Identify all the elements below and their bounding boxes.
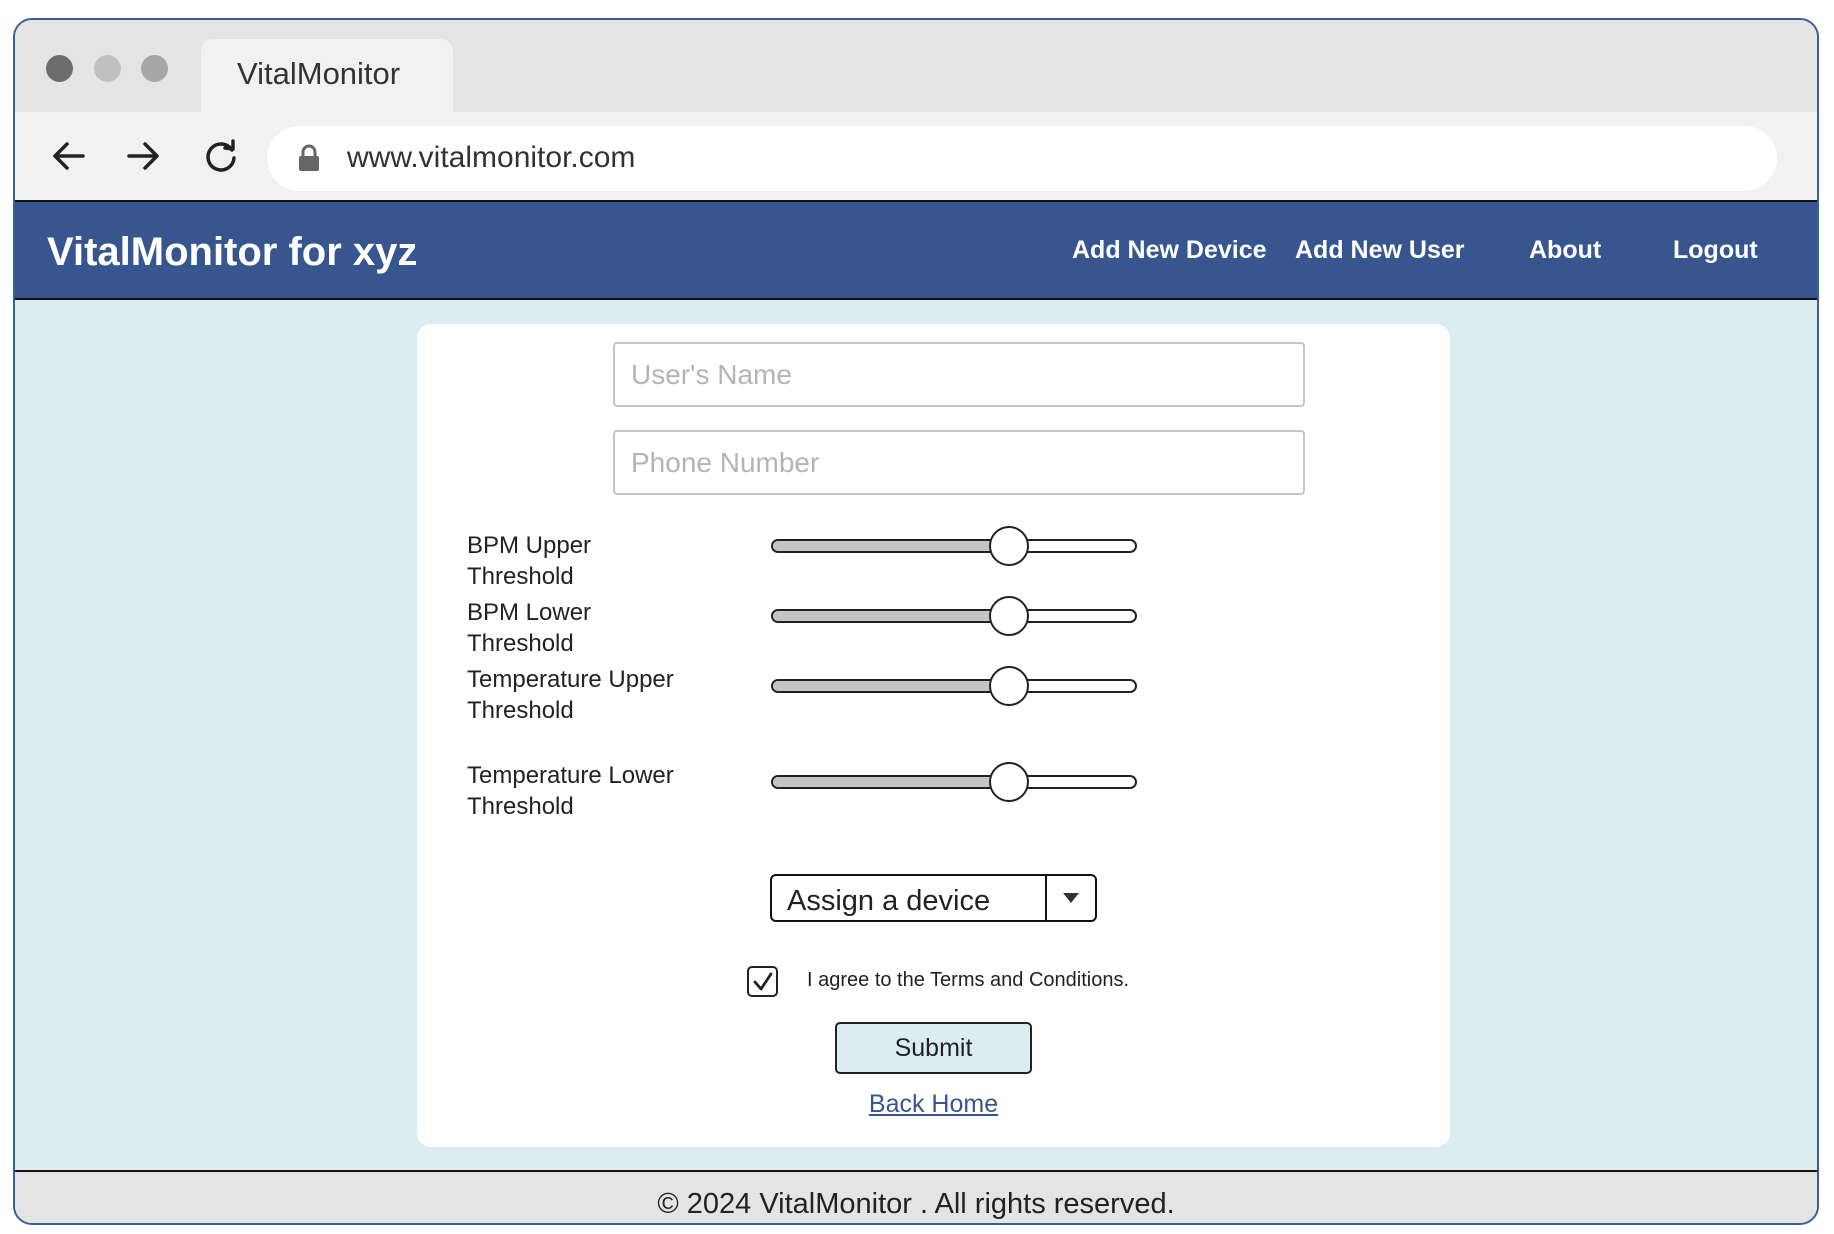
arrow-left-icon [53,142,85,170]
slider-track [771,679,1137,693]
back-home-link-text[interactable]: Back Home [869,1090,998,1118]
url-field[interactable]: www.vitalmonitor.com [267,126,1777,191]
dropdown-arrow-icon[interactable] [1045,876,1095,920]
reload-button[interactable] [197,132,245,180]
slider-label-temp-upper: Temperature Upper Threshold [467,666,674,724]
slider-label-bpm-upper: BPM Upper Threshold [467,532,592,590]
slider-fill [773,777,1009,787]
page-content: BPM Upper Threshold BPM Lower Threshold … [15,300,1817,1190]
nav-add-new-device[interactable]: Add New Device [1072,236,1267,265]
temperature-upper-slider[interactable] [771,663,1137,709]
slider-label-bpm-lower: BPM Lower Threshold [467,599,592,657]
tab-bar: VitalMonitor [15,20,1817,112]
submit-button[interactable]: Submit [835,1022,1032,1074]
slider-track [771,609,1137,623]
back-home-link: Back Home [417,1090,1450,1119]
slider-label-temp-lower: Temperature Lower Threshold [467,762,674,820]
terms-checkbox[interactable] [747,966,778,997]
slider-thumb[interactable] [988,666,1029,706]
maximize-window-button[interactable] [141,55,168,82]
minimize-window-button[interactable] [94,55,121,82]
copyright-text: © 2024 VitalMonitor . All rights reserve… [657,1188,1175,1220]
back-button[interactable] [45,132,93,180]
user-name-input[interactable] [613,342,1305,407]
phone-number-input[interactable] [613,430,1305,495]
nav-logout[interactable]: Logout [1673,236,1758,265]
temperature-lower-slider[interactable] [771,759,1137,805]
nav-about[interactable]: About [1529,236,1601,265]
assign-device-select[interactable]: Assign a device [770,874,1097,922]
slider-fill [773,681,1009,691]
slider-thumb[interactable] [988,526,1029,566]
forward-button[interactable] [119,132,167,180]
lock-icon [297,144,321,177]
browser-tab[interactable]: VitalMonitor [201,39,453,112]
add-user-form: BPM Upper Threshold BPM Lower Threshold … [417,324,1450,1147]
bpm-lower-slider[interactable] [771,593,1137,639]
nav-add-new-user[interactable]: Add New User [1295,236,1464,265]
slider-track [771,775,1137,789]
url-text: www.vitalmonitor.com [347,141,636,174]
reload-icon [206,139,236,172]
address-bar: www.vitalmonitor.com [15,112,1817,200]
page-footer: © 2024 VitalMonitor . All rights reserve… [15,1170,1817,1223]
assign-device-value: Assign a device [787,885,991,917]
slider-thumb[interactable] [988,596,1029,636]
bpm-upper-slider[interactable] [771,523,1137,569]
slider-track [771,539,1137,553]
tab-title: VitalMonitor [237,56,401,91]
slider-fill [773,541,1009,551]
terms-label: I agree to the Terms and Conditions. [807,969,1130,991]
slider-fill [773,611,1009,621]
app-header: VitalMonitor for xyz Add New Device Add … [15,200,1817,300]
slider-thumb[interactable] [988,762,1029,802]
browser-window: VitalMonitor www.vitalmonitor.com VitalM… [13,18,1819,1225]
arrow-right-icon [127,142,159,170]
close-window-button[interactable] [46,55,73,82]
app-brand: VitalMonitor for xyz [47,230,418,274]
checkmark-icon [753,972,772,990]
